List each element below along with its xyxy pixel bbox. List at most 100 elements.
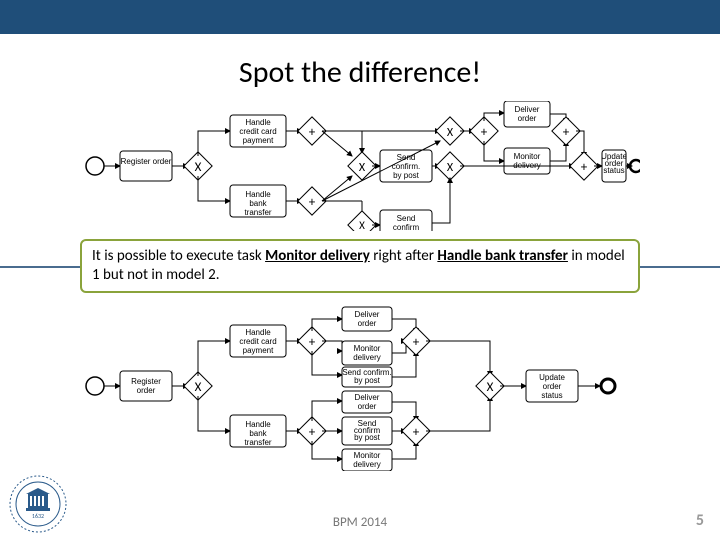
svg-text:Monitor: Monitor xyxy=(514,152,541,161)
svg-text:+: + xyxy=(581,160,588,175)
explanation-callout: It is possible to execute task Monitor d… xyxy=(80,239,640,293)
svg-text:Monitor: Monitor xyxy=(354,451,381,460)
gateway-xor-icon: X xyxy=(184,152,212,180)
gateway-xor-icon: X xyxy=(184,371,212,399)
slide-title: Spot the difference! xyxy=(0,54,720,91)
task-monitor-delivery: Monitor delivery xyxy=(504,148,550,174)
task-handle-bank-transfer: Handle bank transfer xyxy=(230,185,286,217)
task-deliver-order: Deliverorder xyxy=(342,307,392,331)
svg-text:Handle: Handle xyxy=(245,190,271,199)
university-logo-icon: 1632 xyxy=(8,474,68,534)
svg-text:Register order: Register order xyxy=(121,157,172,166)
svg-text:+: + xyxy=(309,125,316,140)
task-update-order-status: Update order status xyxy=(601,150,627,182)
svg-text:status: status xyxy=(603,166,624,175)
callout-task: Monitor delivery xyxy=(265,247,370,265)
svg-text:+: + xyxy=(413,425,420,440)
svg-text:payment: payment xyxy=(243,346,274,355)
gateway-parallel-icon: + xyxy=(570,152,598,180)
start-event-icon xyxy=(86,157,104,175)
svg-text:by post: by post xyxy=(393,171,420,180)
svg-text:order: order xyxy=(137,386,156,395)
svg-text:X: X xyxy=(195,380,202,395)
svg-text:X: X xyxy=(487,380,494,395)
callout-prev: Handle bank transfer xyxy=(437,247,568,265)
task-register-order: Register order xyxy=(120,151,172,181)
svg-text:credit card: credit card xyxy=(239,127,276,136)
svg-text:order: order xyxy=(518,114,537,123)
svg-text:X: X xyxy=(359,219,365,231)
svg-text:transfer: transfer xyxy=(244,208,271,217)
svg-text:Monitor: Monitor xyxy=(354,344,381,353)
task-send-confirm-by-post: Send confirm. by post xyxy=(342,367,392,387)
svg-text:by post: by post xyxy=(354,433,381,442)
task-monitor-delivery: Monitordelivery xyxy=(342,449,392,471)
start-event-icon xyxy=(86,377,104,395)
task-monitor-delivery: Monitordelivery xyxy=(342,341,392,365)
gateway-parallel-icon: + xyxy=(470,117,498,145)
svg-text:transfer: transfer xyxy=(244,438,271,447)
svg-text:X: X xyxy=(359,161,366,175)
svg-text:payment: payment xyxy=(243,136,274,145)
svg-text:order: order xyxy=(358,319,377,328)
svg-text:confirm: confirm xyxy=(393,223,420,231)
svg-text:bank: bank xyxy=(249,429,267,438)
gateway-parallel-icon: + xyxy=(402,416,430,444)
footer-label: BPM 2014 xyxy=(0,515,720,530)
svg-text:Deliver: Deliver xyxy=(355,393,380,402)
gateway-parallel-icon: + xyxy=(298,326,326,354)
gateway-parallel-icon: + xyxy=(298,187,326,215)
gateway-parallel-icon: + xyxy=(298,416,326,444)
svg-text:X: X xyxy=(447,161,454,175)
task-send-confirm: Send confirm xyxy=(380,210,432,231)
gateway-parallel-icon: + xyxy=(298,117,326,145)
svg-text:Handle: Handle xyxy=(245,420,271,429)
svg-text:Send: Send xyxy=(397,153,416,162)
svg-text:Deliver: Deliver xyxy=(355,310,380,319)
svg-text:Deliver: Deliver xyxy=(515,105,540,114)
svg-text:Register: Register xyxy=(131,377,161,386)
svg-text:credit card: credit card xyxy=(239,337,276,346)
svg-text:by post: by post xyxy=(354,376,381,385)
task-handle-credit-card-payment: Handle credit card payment xyxy=(230,115,286,147)
task-handle-credit-card-payment: Handle credit card payment xyxy=(230,325,286,357)
svg-text:+: + xyxy=(481,125,488,140)
task-register-order: Register order xyxy=(120,371,172,401)
svg-text:delivery: delivery xyxy=(353,353,381,362)
svg-text:status: status xyxy=(541,391,562,400)
svg-text:X: X xyxy=(447,126,454,140)
svg-text:Update: Update xyxy=(539,373,565,382)
svg-text:+: + xyxy=(309,335,316,350)
gateway-xor-icon: X xyxy=(436,152,464,180)
svg-text:X: X xyxy=(195,160,202,175)
task-deliver-order: Deliverorder xyxy=(342,391,392,413)
svg-text:Send: Send xyxy=(397,214,416,223)
slide-header-bar xyxy=(0,0,720,34)
page-number: 5 xyxy=(696,511,704,530)
callout-text-mid: right after xyxy=(370,247,438,265)
gateway-xor-icon: X xyxy=(436,117,464,145)
svg-text:+: + xyxy=(309,195,316,210)
task-send-confirm-by-post: Send confirm. by post xyxy=(380,150,432,182)
svg-text:bank: bank xyxy=(249,199,267,208)
end-event-icon xyxy=(601,379,615,393)
callout-text-pre: It is possible to execute task xyxy=(92,247,265,265)
task-register-label: Register order xyxy=(121,157,172,166)
task-deliver-order: Deliver order xyxy=(504,101,550,127)
task-update-order-status: Update order status xyxy=(526,370,578,402)
bpmn-model-2: Register order X Handle credit card paym… xyxy=(80,301,640,471)
gateway-xor-icon: X xyxy=(348,211,376,231)
svg-text:order: order xyxy=(358,402,377,411)
svg-text:Handle: Handle xyxy=(245,328,271,337)
task-handle-bank-transfer: Handle bank transfer xyxy=(230,415,286,447)
svg-text:Handle: Handle xyxy=(245,118,271,127)
gateway-parallel-icon: + xyxy=(552,117,580,145)
task-send-confirm-by-post: Send confirm by post xyxy=(342,417,392,445)
svg-text:+: + xyxy=(309,425,316,440)
svg-text:+: + xyxy=(413,335,420,350)
svg-text:order: order xyxy=(543,382,562,391)
svg-text:delivery: delivery xyxy=(353,460,381,469)
gateway-xor-icon: X xyxy=(476,371,504,399)
logo-year: 1632 xyxy=(32,512,44,520)
svg-text:+: + xyxy=(563,125,570,140)
